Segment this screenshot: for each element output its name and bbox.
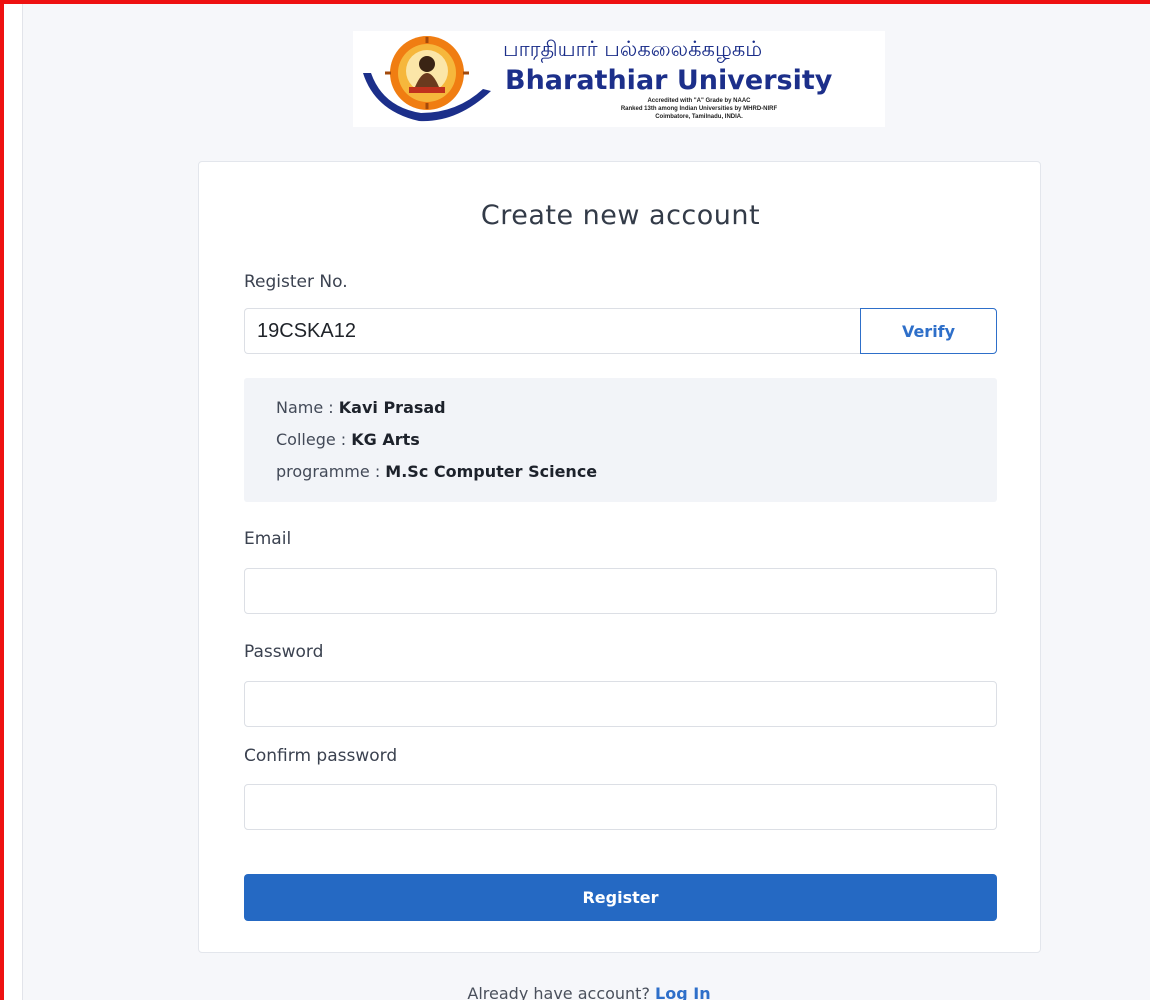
student-programme-value: M.Sc Computer Science xyxy=(385,462,598,481)
student-programme-row: programme : M.Sc Computer Science xyxy=(276,462,597,481)
student-name-row: Name : Kavi Prasad xyxy=(276,398,446,417)
student-info-panel: Name : Kavi Prasad College : KG Arts pro… xyxy=(244,378,997,502)
university-logo: பாரதியார் பல்கலைக்கழகம் Bharathiar Unive… xyxy=(353,31,885,127)
register-button[interactable]: Register xyxy=(244,874,997,921)
login-prompt-text: Already have account? xyxy=(467,984,656,1000)
verify-button[interactable]: Verify xyxy=(860,308,997,354)
page-title: Create new account xyxy=(480,200,761,231)
register-no-label: Register No. xyxy=(244,272,348,292)
login-prompt: Already have account? Log In xyxy=(23,984,1150,1000)
password-field[interactable] xyxy=(244,681,997,727)
email-field[interactable] xyxy=(244,568,997,614)
student-name-value: Kavi Prasad xyxy=(338,398,446,417)
student-college-label: College : xyxy=(276,430,352,449)
screenshot-frame: பாரதியார் பல்கலைக்கழகம் Bharathiar Unive… xyxy=(0,0,1150,1000)
student-programme-label: programme : xyxy=(276,462,386,481)
registration-card: Create new account Register No. Verify N… xyxy=(198,161,1041,953)
confirm-password-label: Confirm password xyxy=(244,746,398,766)
student-college-row: College : KG Arts xyxy=(276,430,420,449)
register-no-input[interactable] xyxy=(244,308,861,354)
university-emblem-icon xyxy=(363,36,491,122)
login-link[interactable]: Log In xyxy=(655,984,711,1000)
confirm-password-field[interactable] xyxy=(244,784,997,830)
logo-location-line: Coimbatore, Tamilnadu, INDIA. xyxy=(655,114,743,120)
logo-tamil-name: பாரதியார் பல்கலைக்கழகம் xyxy=(503,37,763,61)
student-name-label: Name : xyxy=(276,398,339,417)
email-label: Email xyxy=(244,529,292,549)
logo-accreditation-line: Accredited with "A" Grade by NAAC xyxy=(647,98,751,104)
logo-accreditation-text: Accredited with "A" Grade by NAAC Ranked… xyxy=(539,97,859,121)
logo-ranking-line: Ranked 13th among Indian Universities by… xyxy=(620,106,778,112)
page: பாரதியார் பல்கலைக்கழகம் Bharathiar Unive… xyxy=(22,4,1150,1000)
logo-english-name: Bharathiar University xyxy=(505,65,833,96)
student-college-value: KG Arts xyxy=(351,430,420,449)
password-label: Password xyxy=(244,642,324,662)
